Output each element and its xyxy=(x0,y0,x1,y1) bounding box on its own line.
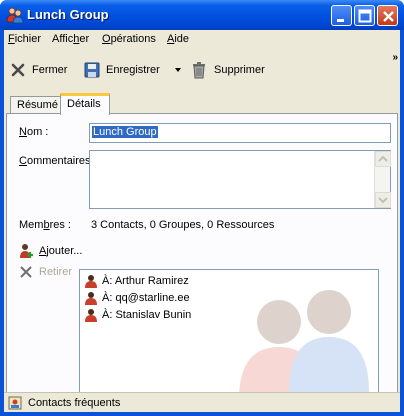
name-label: Nom : xyxy=(19,126,48,138)
save-dropdown-arrow[interactable] xyxy=(174,60,182,80)
comments-field[interactable] xyxy=(89,150,391,209)
add-member-label: Ajouter... xyxy=(39,245,82,257)
comments-label: Commentaires : xyxy=(19,155,97,167)
maximize-icon xyxy=(358,9,372,23)
comments-label-post: ommentaires : xyxy=(26,155,97,167)
minimize-icon xyxy=(337,19,344,22)
close-button-label: Fermer xyxy=(32,64,68,76)
scroll-down-button[interactable] xyxy=(375,192,391,208)
status-bar: Contacts fréquents xyxy=(4,392,400,412)
members-label-pre: Mem xyxy=(19,219,44,231)
toolbar: Fermer Enregistrer Supprimer » xyxy=(4,52,400,88)
name-field-value: Lunch Group xyxy=(92,126,158,138)
window-title: Lunch Group xyxy=(27,7,109,22)
add-person-icon xyxy=(20,244,33,258)
member-label: À: qq@starline.ee xyxy=(102,292,190,304)
close-x-icon xyxy=(11,63,25,77)
member-label: À: Arthur Ramirez xyxy=(102,275,189,287)
remove-member-button[interactable]: Retirer xyxy=(19,265,72,279)
close-button[interactable]: Fermer xyxy=(10,60,67,80)
chevron-down-icon xyxy=(378,197,388,204)
tab-strip: Résumé Détails xyxy=(4,92,400,115)
maximize-button[interactable] xyxy=(354,5,375,26)
menu-afficher-text-rest: er xyxy=(79,33,90,45)
list-item[interactable]: À: Stanislav Bunin xyxy=(84,307,191,323)
menu-operations-accel: O xyxy=(102,33,111,45)
member-label: À: Stanislav Bunin xyxy=(102,309,192,321)
menu-operations-text-rest: pérations xyxy=(110,33,156,45)
window-client: Fichier Afficher Opérations Aide Fermer … xyxy=(4,30,400,412)
menu-afficher[interactable]: Afficher xyxy=(52,33,89,45)
members-summary: 3 Contacts, 0 Groupes, 0 Ressources xyxy=(91,219,275,231)
comments-label-accel: C xyxy=(19,155,27,167)
group-icon xyxy=(6,7,24,24)
members-label-post: res : xyxy=(49,219,71,231)
menu-aide[interactable]: Aide xyxy=(167,33,189,45)
delete-button-label: Supprimer xyxy=(214,64,265,76)
tab-resume[interactable]: Résumé xyxy=(10,96,61,114)
trash-can-icon xyxy=(193,62,205,79)
menu-fichier-accel: F xyxy=(8,33,15,45)
toolbar-overflow-button[interactable]: » xyxy=(392,52,398,63)
status-text: Contacts fréquents xyxy=(28,396,121,409)
list-item[interactable]: À: Arthur Ramirez xyxy=(84,273,189,289)
remove-member-label: Retirer xyxy=(39,266,73,278)
chevron-down-icon xyxy=(175,68,181,72)
menu-fichier-text-rest: ichier xyxy=(14,33,42,45)
menu-operations[interactable]: Opérations xyxy=(102,33,156,45)
name-label-accel: N xyxy=(19,126,27,138)
save-disk-icon xyxy=(84,62,100,78)
contact-person-icon xyxy=(85,275,97,288)
chevron-up-icon xyxy=(378,155,388,162)
save-button-label: Enregistrer xyxy=(106,64,160,76)
name-field[interactable]: Lunch Group xyxy=(89,123,391,143)
members-list[interactable]: À: Arthur Ramirez À: qq@starline.ee À: S… xyxy=(79,269,379,409)
members-label: Membres : xyxy=(19,219,71,231)
contact-person-icon xyxy=(85,309,97,322)
contacts-book-icon xyxy=(8,396,22,409)
remove-x-icon xyxy=(20,266,32,278)
menu-fichier[interactable]: Fichier xyxy=(8,33,41,45)
window-frame: Lunch Group Fichier Afficher Opérations … xyxy=(0,0,404,416)
comments-scrollbar[interactable] xyxy=(374,151,391,208)
tab-details[interactable]: Détails xyxy=(60,93,110,115)
menu-bar: Fichier Afficher Opérations Aide xyxy=(4,30,400,50)
save-button[interactable]: Enregistrer xyxy=(84,60,160,80)
menu-afficher-text: Affic xyxy=(52,33,74,45)
name-label-post: om : xyxy=(26,126,49,138)
list-item[interactable]: À: qq@starline.ee xyxy=(84,290,190,306)
delete-button[interactable]: Supprimer xyxy=(190,60,265,80)
scroll-up-button[interactable] xyxy=(375,151,391,167)
close-icon xyxy=(383,11,394,22)
details-panel: Nom : Lunch Group Commentaires : Membres… xyxy=(6,113,398,409)
minimize-button[interactable] xyxy=(331,5,352,26)
add-member-label-post: jouter... xyxy=(46,245,83,257)
contact-person-icon xyxy=(85,292,97,305)
group-watermark-icon xyxy=(239,290,369,400)
add-member-button[interactable]: Ajouter... xyxy=(19,243,82,259)
menu-aide-text-rest: ide xyxy=(174,33,190,45)
title-bar[interactable]: Lunch Group xyxy=(0,0,404,30)
close-window-button[interactable] xyxy=(377,5,398,26)
